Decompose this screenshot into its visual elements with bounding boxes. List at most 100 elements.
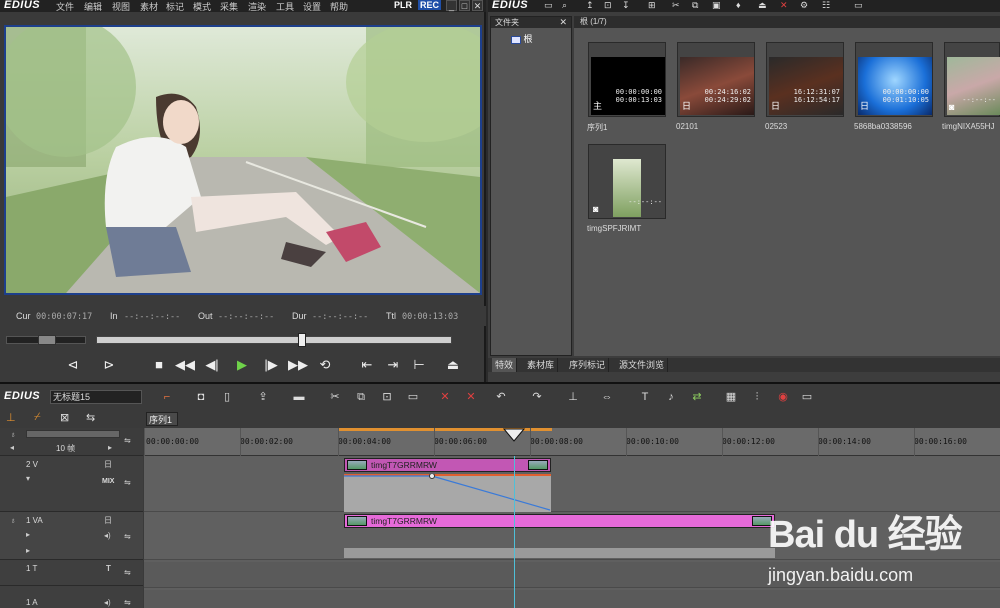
up-folder-icon[interactable]: ↥ xyxy=(586,0,594,11)
delete-icon[interactable]: ✕ xyxy=(780,0,788,11)
clip-item[interactable]: 16:12:31:07 16:12:54:17 日 xyxy=(766,42,844,117)
close-icon[interactable]: ✕ xyxy=(472,0,483,11)
insert-icon[interactable]: ⇤ xyxy=(358,355,376,375)
menu-marker[interactable]: 标记 xyxy=(166,0,184,13)
zoom-in-icon[interactable]: ▸ xyxy=(108,443,112,452)
audio-toggle-icon[interactable]: ◂) xyxy=(104,598,111,607)
view-mode-icon[interactable]: ☷ xyxy=(822,0,830,11)
play-icon[interactable]: ▶ xyxy=(233,355,251,375)
menu-tools[interactable]: 工具 xyxy=(276,0,294,13)
expand-icon[interactable]: ⇋ xyxy=(124,436,131,445)
new-file-icon[interactable]: ▯ xyxy=(218,388,236,406)
position-slider[interactable] xyxy=(96,336,452,344)
stop-icon[interactable]: ■ xyxy=(150,355,168,375)
send-icon[interactable]: ⏏ xyxy=(758,0,767,11)
menu-settings[interactable]: 设置 xyxy=(303,0,321,13)
record-icon[interactable]: ◉ xyxy=(774,388,792,406)
video-toggle-icon[interactable]: 日 xyxy=(104,459,112,470)
camera-icon[interactable]: ◘ xyxy=(192,388,210,406)
clip-item[interactable]: 00:00:00:00 00:00:13:03 主 xyxy=(588,42,666,117)
lock-icon[interactable]: ♁ xyxy=(10,430,16,439)
undo-icon[interactable]: ↶ xyxy=(492,388,510,406)
folder-close-icon[interactable]: ✕ xyxy=(559,17,567,28)
paste-clip-icon[interactable]: ⊡ xyxy=(378,388,396,406)
expand-arrow-icon[interactable]: ▾ xyxy=(26,474,30,483)
link-icon[interactable]: ⇔ xyxy=(598,388,616,406)
menu-mode[interactable]: 模式 xyxy=(193,0,211,13)
track-options-icon[interactable]: ⇋ xyxy=(124,568,131,577)
expand-arrow-icon[interactable]: ▸ xyxy=(26,530,30,539)
cut-clip-icon[interactable]: ✂ xyxy=(326,388,344,406)
add-clip-icon[interactable]: ⊞ xyxy=(648,0,656,11)
expand-arrow-icon[interactable]: ▸ xyxy=(26,546,30,555)
menu-view[interactable]: 视图 xyxy=(112,0,130,13)
bin-menu-icon[interactable]: ▭ xyxy=(854,0,863,11)
menu-edit[interactable]: 编辑 xyxy=(84,0,102,13)
maximize-icon[interactable]: □ xyxy=(459,0,470,11)
sync-lock-icon[interactable]: ⌿ xyxy=(34,411,41,424)
zoom-track[interactable] xyxy=(26,430,120,438)
render-icon[interactable]: ⇄ xyxy=(688,388,706,406)
replace-icon[interactable]: ▭ xyxy=(404,388,422,406)
step-back-icon[interactable]: ◀| xyxy=(203,355,221,375)
copy-clip-icon[interactable]: ⧉ xyxy=(352,388,370,406)
tab-source-browser[interactable]: 源文件浏览 xyxy=(616,358,669,372)
audio-lane[interactable] xyxy=(344,548,775,558)
trim-icon[interactable]: ⊢ xyxy=(410,355,428,375)
mode-icon[interactable]: ⌐ xyxy=(158,388,176,406)
import-icon[interactable]: ↧ xyxy=(622,0,630,11)
step-forward-icon[interactable]: |▶ xyxy=(262,355,280,375)
light-icon[interactable]: ♦ xyxy=(736,0,741,10)
copy-icon[interactable]: ⧉ xyxy=(692,0,698,11)
sequence-menu-icon[interactable]: ▭ xyxy=(798,388,816,406)
audio-toggle-icon[interactable]: ◂) xyxy=(104,531,111,540)
timeline-clip[interactable]: timgT7GRRMRW xyxy=(344,514,775,528)
group-icon[interactable]: ⊠ xyxy=(60,411,69,424)
scrub-bar[interactable] xyxy=(6,333,476,347)
set-in-icon[interactable]: ⊲ xyxy=(64,355,82,375)
ripple-delete-icon[interactable]: ✕ xyxy=(462,388,480,406)
mix-label[interactable]: MIX xyxy=(102,478,114,485)
menu-help[interactable]: 帮助 xyxy=(330,0,348,13)
tab-clip-library[interactable]: 素材库 xyxy=(524,358,559,372)
clip-item[interactable]: 00:24:16:02 00:24:29:02 日 xyxy=(677,42,755,117)
set-out-icon[interactable]: ⊳ xyxy=(100,355,118,375)
position-handle[interactable] xyxy=(298,333,306,347)
tab-effects[interactable]: 特效 xyxy=(492,358,518,372)
add-cut-icon[interactable]: ⊥ xyxy=(564,388,582,406)
menu-render[interactable]: 渲染 xyxy=(248,0,266,13)
snap-icon[interactable]: ⊥ xyxy=(6,411,16,424)
video-toggle-icon[interactable]: 日 xyxy=(104,515,112,526)
ripple-icon[interactable]: ⇆ xyxy=(86,411,95,424)
clip-item[interactable]: --:--:-- ◙ xyxy=(588,144,666,219)
text-icon[interactable]: T xyxy=(636,388,654,406)
cut-icon[interactable]: ✂ xyxy=(672,0,680,11)
minimize-icon[interactable]: _ xyxy=(446,0,457,11)
redo-icon[interactable]: ↷ xyxy=(528,388,546,406)
tab-sequence-markers[interactable]: 序列标记 xyxy=(566,358,610,372)
clip-item[interactable]: --:--:-- ◙ xyxy=(944,42,1000,117)
open-icon[interactable]: ⊡ xyxy=(604,0,612,11)
playhead-marker[interactable] xyxy=(503,428,525,442)
plr-mode-button[interactable]: PLR xyxy=(394,0,412,10)
sequence-tab[interactable]: 序列1 xyxy=(146,412,178,426)
rewind-icon[interactable]: ◀◀ xyxy=(175,355,195,375)
grid-icon[interactable]: ▦ xyxy=(722,388,740,406)
track-lock-icon[interactable]: ♁ xyxy=(10,516,16,525)
microphone-icon[interactable]: ♪ xyxy=(662,388,680,406)
timeline-clip[interactable]: timgT7GRRMRW xyxy=(344,458,551,472)
output-icon[interactable]: ⏏ xyxy=(444,355,462,375)
menu-capture[interactable]: 采集 xyxy=(220,0,238,13)
properties-icon[interactable]: ⚙ xyxy=(800,0,808,11)
shuttle-handle[interactable] xyxy=(38,335,56,345)
save-icon[interactable]: ▬ xyxy=(290,388,308,406)
menu-file[interactable]: 文件 xyxy=(56,0,74,13)
menu-clip[interactable]: 素材 xyxy=(140,0,158,13)
mixer-icon[interactable]: ⫶ xyxy=(748,388,766,406)
delete-clip-icon[interactable]: ✕ xyxy=(436,388,454,406)
track-options-icon[interactable]: ⇋ xyxy=(124,532,131,541)
track-options-icon[interactable]: ⇋ xyxy=(124,598,131,607)
zoom-out-icon[interactable]: ◂ xyxy=(10,443,14,452)
rec-mode-button[interactable]: REC xyxy=(418,0,442,10)
search-icon[interactable]: ⌕ xyxy=(562,0,567,11)
